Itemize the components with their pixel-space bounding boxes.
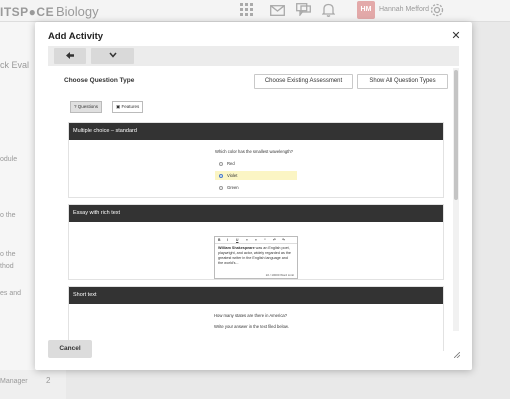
cancel-button[interactable]: Cancel xyxy=(48,340,92,358)
modal-toolbar xyxy=(48,46,459,66)
image-icon: ▣ xyxy=(116,104,121,109)
bullet-list-icon[interactable]: ≡ xyxy=(246,238,248,242)
option-violet[interactable]: Violet xyxy=(215,171,297,180)
card-title: Essay with rich text xyxy=(69,205,443,222)
add-activity-modal: Add Activity ✕ Choose Question Type Choo… xyxy=(35,22,472,370)
word-limit-counter: 22 / 10000 Word Limit xyxy=(265,273,294,277)
answer-instruction: Write your answer in the text filed belo… xyxy=(214,324,289,329)
sidebar-item-text: es and xyxy=(0,290,22,297)
radio-selected-icon[interactable] xyxy=(219,173,223,178)
course-title: Biology xyxy=(56,4,99,19)
filter-features-button[interactable]: ▣ Features xyxy=(112,101,144,113)
question-icon: ? xyxy=(74,104,77,109)
question-text: How many states are there in America? xyxy=(214,313,288,318)
app-sidebar: ck Eval odule o the o the thod es and xyxy=(0,22,40,399)
modal-content[interactable]: Choose Question Type Choose Existing Ass… xyxy=(48,68,453,351)
close-icon[interactable]: ✕ xyxy=(450,30,462,42)
italic-icon[interactable]: I xyxy=(227,238,228,242)
dropdown-button[interactable] xyxy=(91,48,134,64)
app-header: ITSP●CE Biology HM Hannah Mefford xyxy=(0,0,510,22)
essay-text: William Shakespeare was an English poet,… xyxy=(218,246,291,265)
rich-text-editor[interactable]: B I U ≡ ≡ “ ↶ ↷ William Shakespeare was … xyxy=(214,236,298,279)
show-all-question-types-button[interactable]: Show All Question Types xyxy=(357,74,448,89)
sidebar-item-text: thod xyxy=(0,263,14,270)
manager-label: Manager xyxy=(0,378,28,385)
resize-handle-icon[interactable] xyxy=(454,352,460,358)
content-scrollbar[interactable] xyxy=(453,68,459,331)
mail-icon[interactable] xyxy=(270,3,285,17)
filter-label: Questions xyxy=(77,104,99,109)
option-green[interactable]: Green xyxy=(215,183,297,192)
filter-questions-button[interactable]: ? Questions xyxy=(70,101,103,113)
sidebar-item-eval[interactable]: ck Eval xyxy=(0,60,29,70)
choose-existing-assessment-button[interactable]: Choose Existing Assessment xyxy=(254,74,353,89)
sidebar-item-module: odule xyxy=(0,156,18,163)
radio-icon[interactable] xyxy=(219,185,223,190)
user-avatar[interactable]: HM xyxy=(357,1,375,19)
sidebar-item-text: o the xyxy=(0,251,16,258)
option-red[interactable]: Red xyxy=(215,159,297,168)
question-type-card-short-text[interactable]: Short text How many states are there in … xyxy=(68,286,444,351)
sidebar-item-text: o the xyxy=(0,212,16,219)
chat-icon[interactable] xyxy=(296,3,311,17)
gear-icon[interactable] xyxy=(430,3,445,17)
apps-grid-icon[interactable] xyxy=(240,3,255,17)
question-text: Which color has the smallest wavelength? xyxy=(215,149,293,154)
redo-icon[interactable]: ↷ xyxy=(282,238,285,242)
bold-icon[interactable]: B xyxy=(218,238,220,242)
radio-icon[interactable] xyxy=(219,161,223,166)
manager-count: 2 xyxy=(46,376,51,385)
user-name[interactable]: Hannah Mefford xyxy=(379,6,429,13)
scrollbar-thumb[interactable] xyxy=(454,70,458,200)
chevron-down-icon xyxy=(108,52,117,58)
quote-icon[interactable]: “ xyxy=(264,238,266,242)
modal-title: Add Activity xyxy=(48,31,104,42)
arrow-left-icon xyxy=(66,52,74,59)
card-title: Short text xyxy=(69,287,443,304)
rich-text-toolbar: B I U ≡ ≡ “ ↶ ↷ xyxy=(215,237,297,244)
question-type-card-essay[interactable]: Essay with rich text B I U ≡ ≡ “ ↶ ↷ Wil… xyxy=(68,204,444,280)
bell-icon[interactable] xyxy=(321,3,337,17)
numbered-list-icon[interactable]: ≡ xyxy=(255,238,257,242)
back-button[interactable] xyxy=(54,48,86,64)
filter-label: Features xyxy=(121,104,140,109)
app-logo: ITSP●CE xyxy=(0,5,55,19)
card-title: Multiple choice – standard xyxy=(69,123,443,140)
underline-icon[interactable]: U xyxy=(236,238,238,242)
choose-question-type-label: Choose Question Type xyxy=(64,77,135,84)
question-type-card-multiple-choice[interactable]: Multiple choice – standard Which color h… xyxy=(68,122,444,198)
undo-icon[interactable]: ↶ xyxy=(273,238,276,242)
